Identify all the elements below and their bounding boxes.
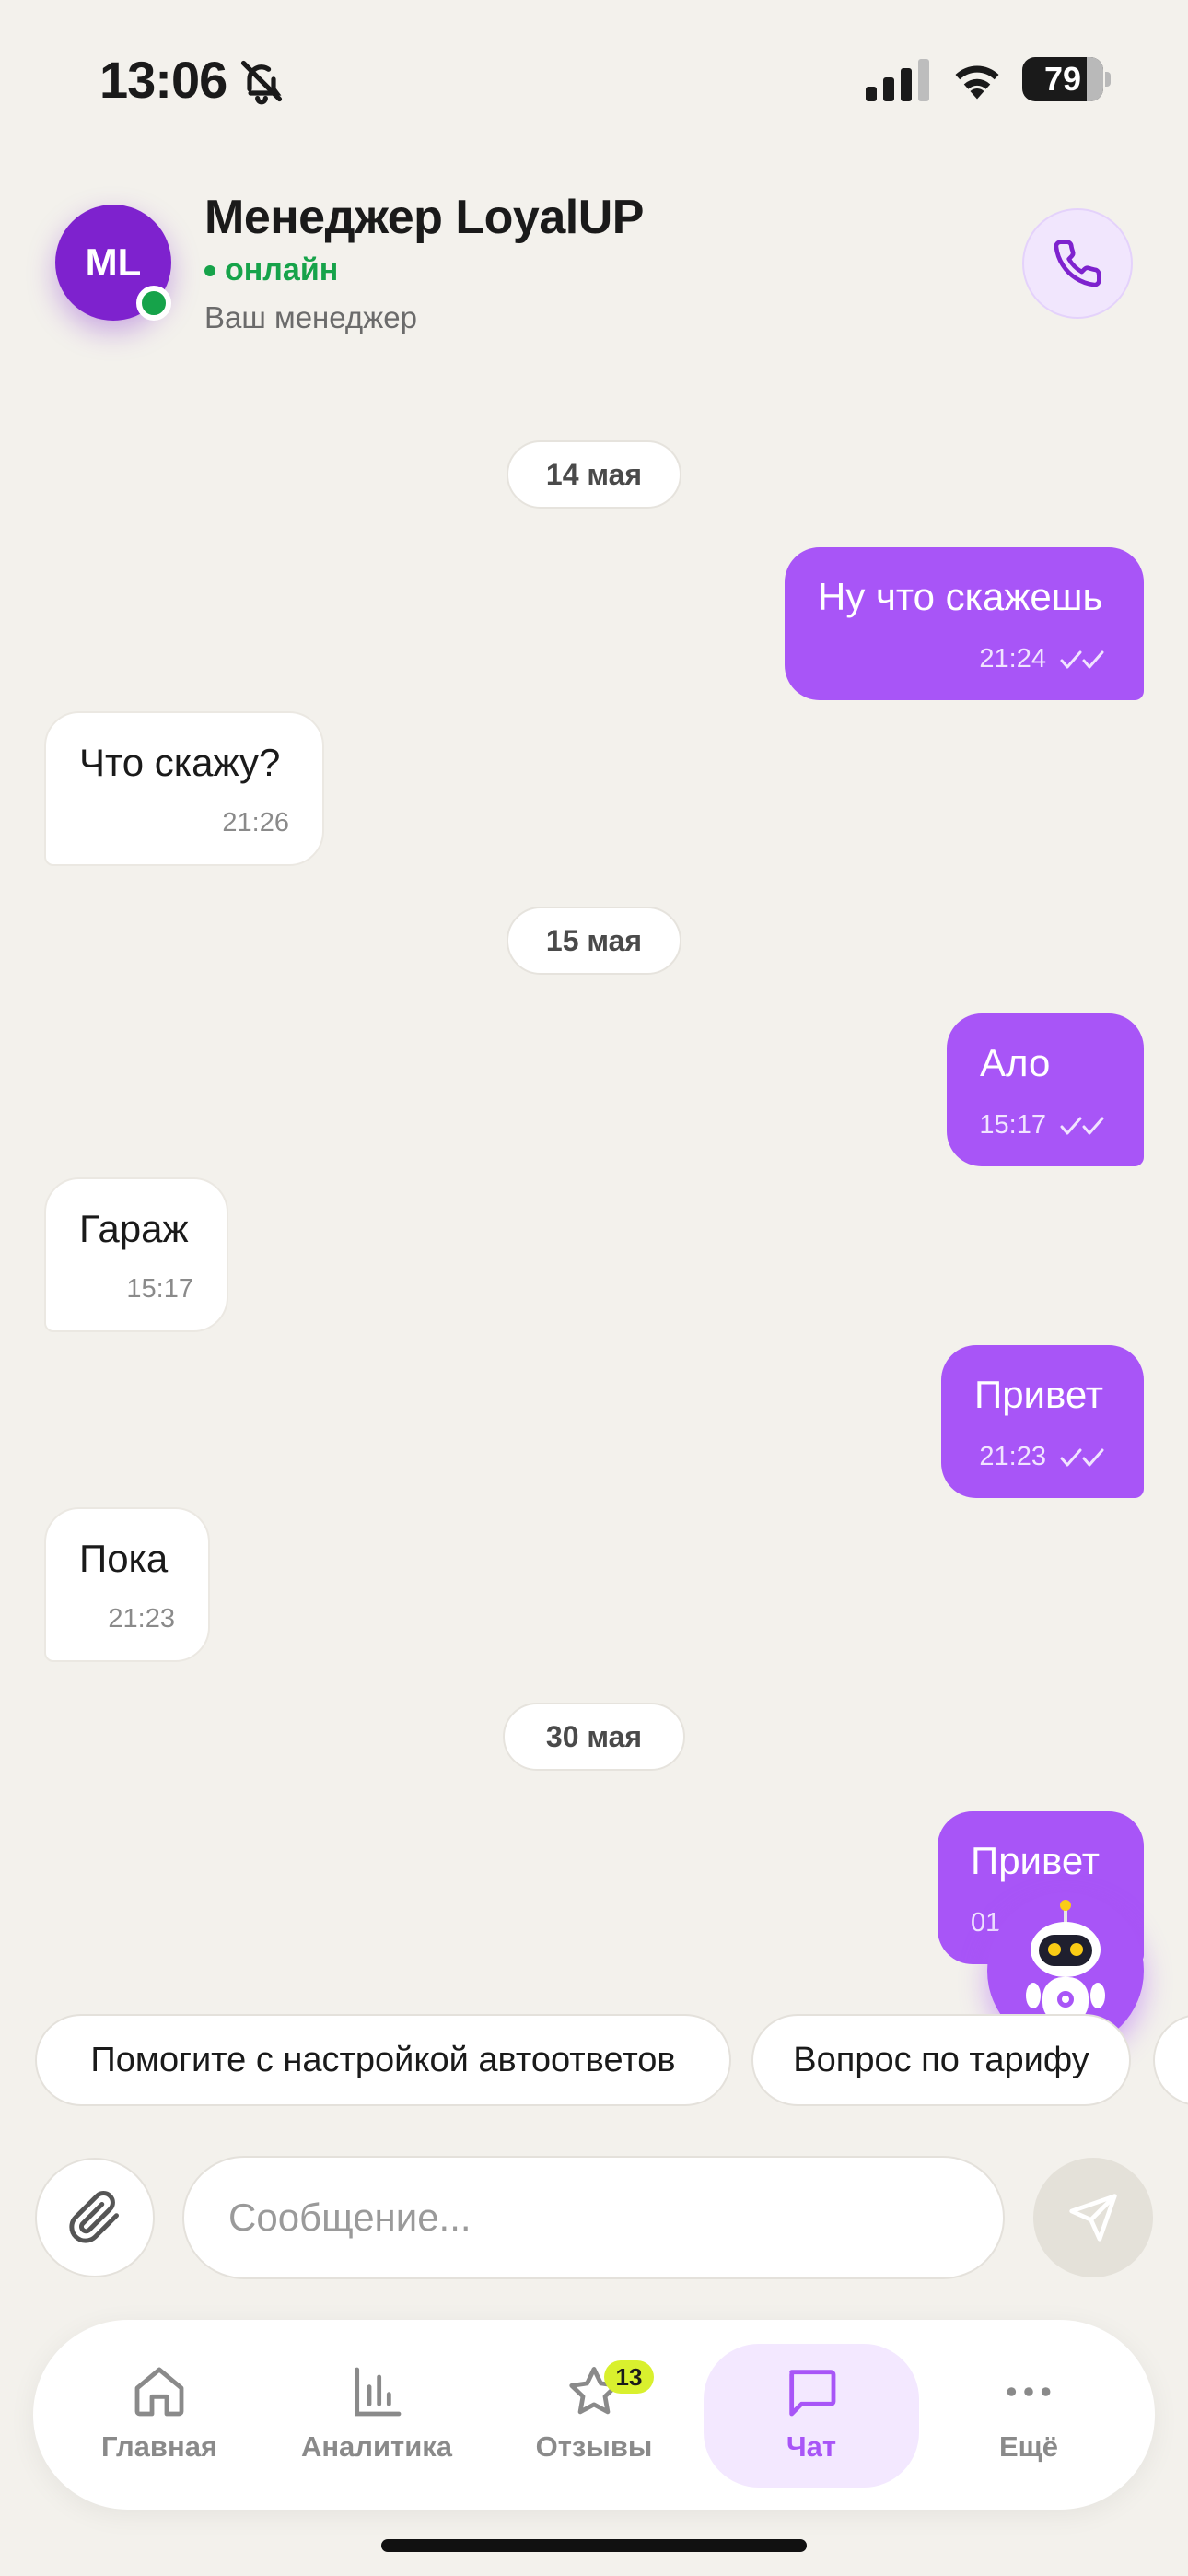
nav-item-more[interactable]: Ещё xyxy=(921,2344,1136,2488)
more-icon xyxy=(1007,2387,1051,2396)
contact-name: Менеджер LoyalUP xyxy=(204,191,644,244)
message-text: Привет xyxy=(974,1373,1104,1416)
message-text: Гараж xyxy=(79,1207,189,1250)
home-icon xyxy=(134,2367,184,2417)
battery-indicator: 79 xyxy=(1022,57,1111,101)
battery-level: 79 xyxy=(1043,60,1082,98)
paperclip-icon xyxy=(69,2191,119,2243)
message-incoming[interactable]: Пока 21:23 xyxy=(44,1507,210,1662)
nav-label: Главная xyxy=(100,2430,218,2463)
double-check-icon xyxy=(1060,1117,1104,1134)
nav-item-analytics[interactable]: Аналитика xyxy=(269,2344,484,2488)
message-text: Пока xyxy=(79,1537,169,1580)
message-meta: 21:23 xyxy=(108,1604,175,1634)
online-indicator xyxy=(136,286,171,321)
contact-status: онлайн xyxy=(204,252,338,288)
message-time: 15:17 xyxy=(126,1274,193,1304)
date-separator: 30 мая xyxy=(503,1703,685,1771)
status-time: 13:06 xyxy=(99,51,227,109)
attach-button[interactable] xyxy=(35,2158,155,2277)
message-time: 21:26 xyxy=(222,808,289,837)
contact-subtitle: Ваш менеджер xyxy=(204,300,417,334)
message-meta: 21:23 xyxy=(979,1442,1111,1472)
reviews-badge: 13 xyxy=(604,2360,654,2394)
nav-item-reviews[interactable]: 13 Отзывы xyxy=(486,2344,702,2488)
nav-item-chat[interactable]: Чат xyxy=(704,2344,919,2488)
message-time: 15:17 xyxy=(979,1110,1046,1140)
cellular-signal-icon xyxy=(866,59,929,101)
bottom-navigation: Главная Аналитика 13 Отзывы Чат Ещё xyxy=(33,2320,1155,2510)
message-meta: 21:26 xyxy=(222,808,289,838)
status-bar: 13:06 79 xyxy=(0,0,1188,157)
message-text: Ну что скажешь xyxy=(818,575,1103,618)
message-meta: 15:17 xyxy=(979,1110,1111,1141)
double-check-icon xyxy=(1060,650,1104,668)
wifi-icon xyxy=(955,65,999,100)
call-button[interactable] xyxy=(1022,208,1133,319)
message-text: Привет xyxy=(971,1839,1101,1882)
message-input[interactable] xyxy=(182,2156,1005,2279)
quick-reply-chip-partial[interactable] xyxy=(1153,2014,1188,2106)
message-outgoing[interactable]: Ну что скажешь 21:24 xyxy=(785,547,1144,700)
quick-replies: Помогите с настройкой автоответов Вопрос… xyxy=(0,2014,1188,2108)
message-time: 21:23 xyxy=(108,1604,175,1633)
double-check-icon xyxy=(1060,1448,1104,1466)
nav-label: Отзывы xyxy=(535,2430,653,2463)
message-time: 21:23 xyxy=(979,1442,1046,1471)
nav-label: Аналитика xyxy=(300,2430,453,2463)
message-meta: 21:24 xyxy=(979,644,1111,674)
online-dot-icon xyxy=(204,264,215,276)
quick-reply-chip[interactable]: Вопрос по тарифу xyxy=(751,2014,1131,2106)
nav-label: Ещё xyxy=(998,2430,1059,2463)
message-incoming[interactable]: Что скажу? 21:26 xyxy=(44,711,324,866)
home-indicator[interactable] xyxy=(381,2539,807,2552)
message-text: Ало xyxy=(980,1041,1051,1084)
send-icon xyxy=(1069,2194,1117,2242)
message-incoming[interactable]: Гараж 15:17 xyxy=(44,1177,228,1332)
phone-icon xyxy=(1054,240,1101,287)
date-separator: 14 мая xyxy=(507,440,681,509)
date-separator: 15 мая xyxy=(507,907,681,975)
chat-header: ML Менеджер LoyalUP онлайн Ваш менеджер xyxy=(0,184,1188,369)
message-outgoing[interactable]: Привет 21:23 xyxy=(941,1345,1144,1498)
nav-item-home[interactable]: Главная xyxy=(52,2344,267,2488)
message-time: 21:24 xyxy=(979,644,1046,673)
bell-off-icon xyxy=(240,60,283,105)
chat-icon xyxy=(789,2370,836,2417)
message-meta: 15:17 xyxy=(126,1274,193,1305)
send-button[interactable] xyxy=(1033,2158,1153,2277)
contact-status-label: онлайн xyxy=(225,252,339,287)
message-outgoing[interactable]: Ало 15:17 xyxy=(947,1013,1144,1166)
message-text: Что скажу? xyxy=(79,741,281,784)
nav-label: Чат xyxy=(786,2430,837,2463)
analytics-icon xyxy=(355,2367,402,2417)
quick-reply-chip[interactable]: Помогите с настройкой автоответов xyxy=(35,2014,731,2106)
